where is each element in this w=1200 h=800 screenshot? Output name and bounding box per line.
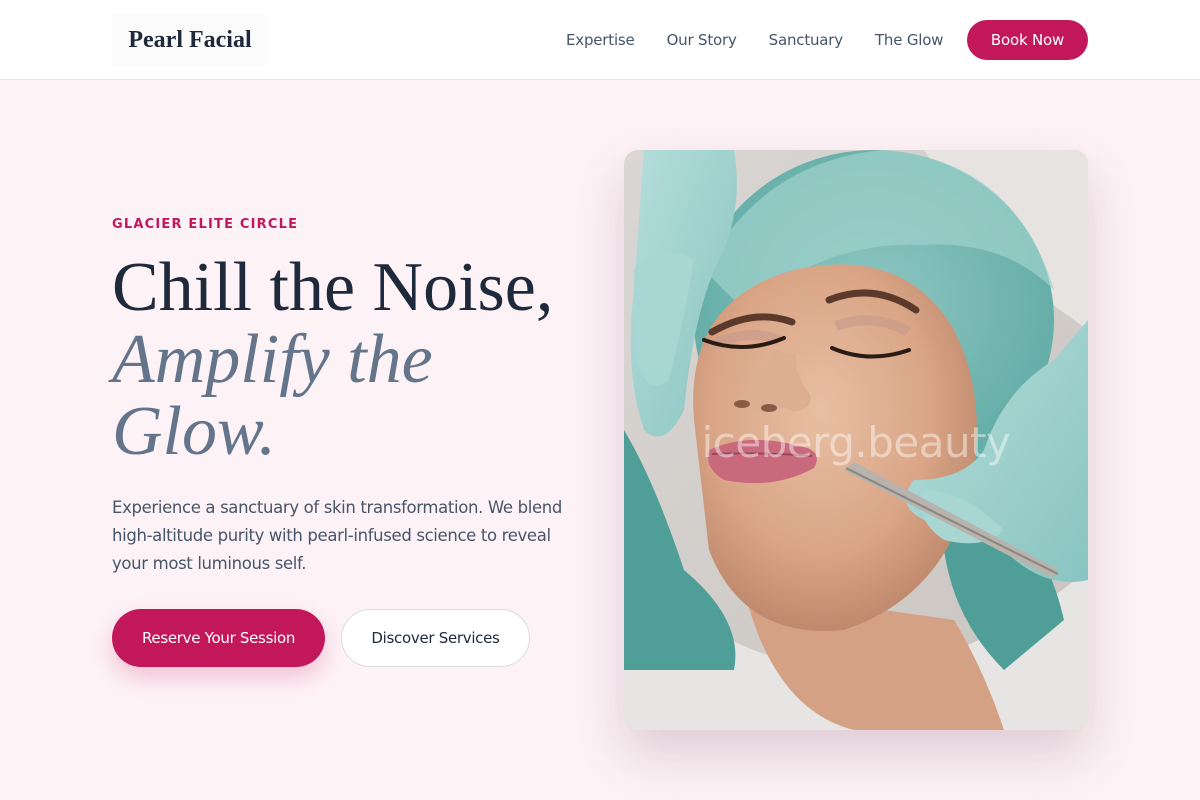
site-header: Pearl Facial Expertise Our Story Sanctua… [0, 0, 1200, 80]
discover-services-button[interactable]: Discover Services [341, 609, 530, 667]
book-now-button[interactable]: Book Now [967, 20, 1088, 60]
image-watermark: iceberg.beauty [701, 418, 1011, 467]
main-nav: Expertise Our Story Sanctuary The Glow [566, 0, 975, 80]
brand-logo[interactable]: Pearl Facial [128, 27, 251, 54]
headline-line-1: Chill the Noise, [112, 249, 554, 326]
nav-link-sanctuary[interactable]: Sanctuary [769, 31, 843, 49]
logo-container[interactable]: Pearl Facial [112, 14, 268, 66]
hero-eyebrow: GLACIER ELITE CIRCLE [112, 217, 299, 232]
nav-link-the-glow[interactable]: The Glow [875, 31, 944, 49]
nav-link-expertise[interactable]: Expertise [566, 31, 635, 49]
hero-image: iceberg.beauty [624, 150, 1088, 730]
hero-headline: Chill the Noise, Amplify the Glow. [112, 252, 592, 468]
headline-line-2: Amplify the Glow. [112, 321, 433, 470]
nav-link-our-story[interactable]: Our Story [667, 31, 737, 49]
hero-description: Experience a sanctuary of skin transform… [112, 498, 563, 573]
reserve-session-button[interactable]: Reserve Your Session [112, 609, 325, 667]
